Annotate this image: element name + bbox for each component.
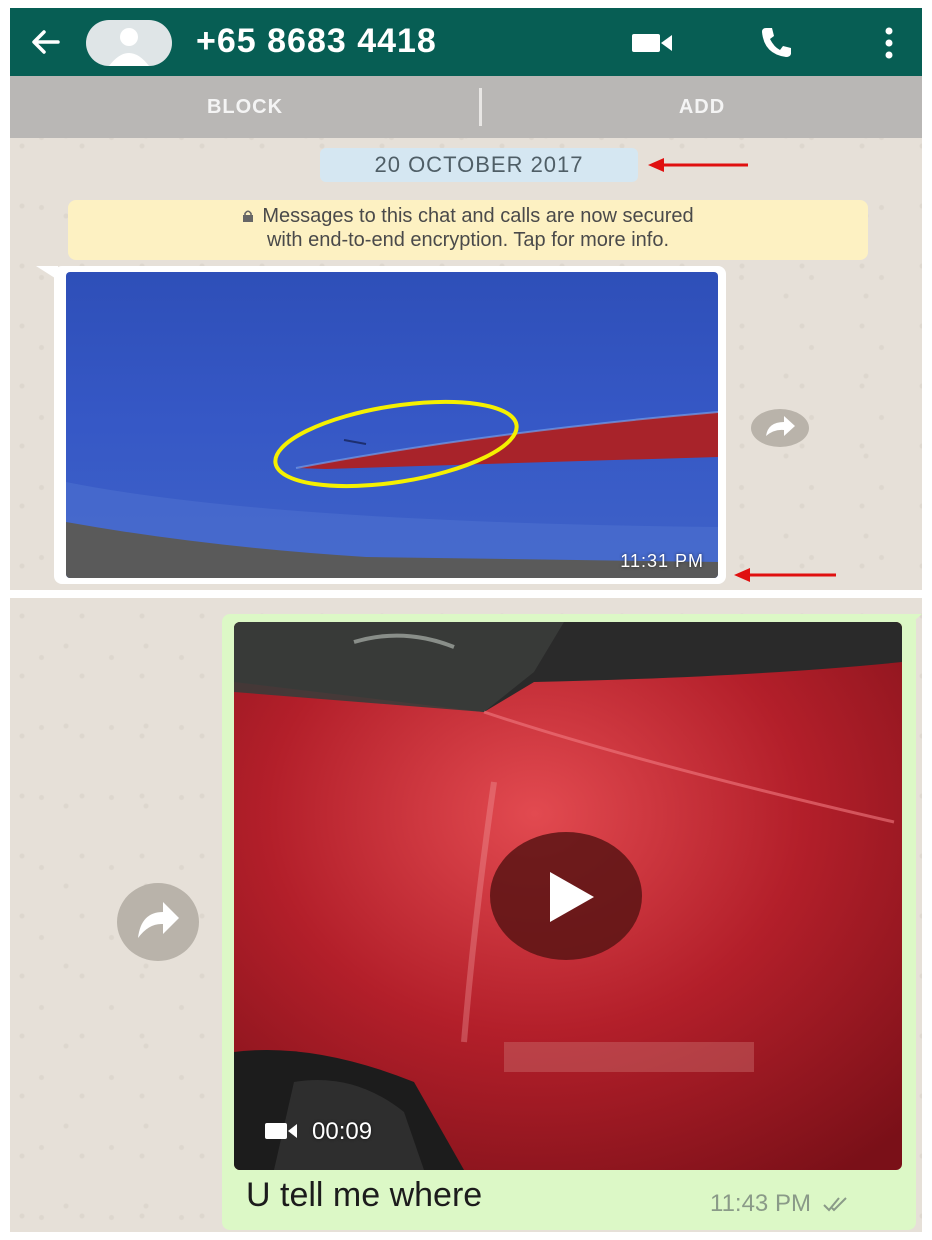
back-arrow-icon[interactable] (28, 24, 64, 60)
lock-icon (243, 210, 254, 222)
date-separator: 20 OCTOBER 2017 (320, 148, 638, 182)
default-avatar-icon (109, 28, 149, 66)
annotation-arrow-time (734, 568, 836, 582)
outgoing-message-time: 11:43 PM (710, 1190, 850, 1218)
add-button[interactable]: ADD (482, 76, 922, 138)
double-check-icon (822, 1197, 847, 1212)
chat-screenshot-top: +65 8683 4418 BLOCK ADD 20 OCTOBER 2017 … (10, 8, 922, 590)
encryption-notice-line-2: with end-to-end encryption. Tap for more… (266, 229, 670, 251)
forward-icon[interactable] (750, 408, 810, 448)
outgoing-bubble-tail (906, 614, 922, 628)
outgoing-video[interactable]: 00:09 (234, 622, 902, 1170)
video-camera-icon[interactable] (630, 30, 674, 56)
encryption-notice-line-1: Messages to this chat and calls are now … (68, 204, 868, 228)
car-scratch-photo (66, 272, 718, 578)
phone-icon[interactable] (758, 24, 794, 60)
play-button[interactable] (490, 832, 642, 960)
incoming-message-time: 11:31 PM (620, 551, 704, 571)
video-duration-text: 00:09 (312, 1118, 373, 1145)
incoming-image[interactable]: 11:31 PM (66, 272, 718, 578)
more-vertical-icon[interactable] (882, 26, 896, 60)
encryption-text-1: Messages to this chat and calls are now … (262, 205, 694, 227)
forward-icon-2[interactable] (116, 882, 200, 962)
encryption-notice[interactable]: Messages to this chat and calls are now … (68, 200, 868, 260)
video-caption: U tell me where (246, 1176, 483, 1214)
annotation-arrow-date (648, 158, 748, 172)
outgoing-time-text: 11:43 PM (710, 1190, 811, 1217)
video-duration: 00:09 (264, 1118, 372, 1146)
play-icon (550, 872, 594, 922)
block-add-bar: BLOCK ADD (10, 76, 922, 138)
block-button[interactable]: BLOCK (10, 76, 480, 138)
video-camera-small-icon (265, 1123, 297, 1139)
chat-header: +65 8683 4418 (10, 8, 922, 76)
avatar[interactable] (86, 20, 172, 66)
contact-name[interactable]: +65 8683 4418 (196, 22, 437, 61)
chat-screenshot-bottom: 00:09 U tell me where 11:43 PM (10, 598, 922, 1232)
